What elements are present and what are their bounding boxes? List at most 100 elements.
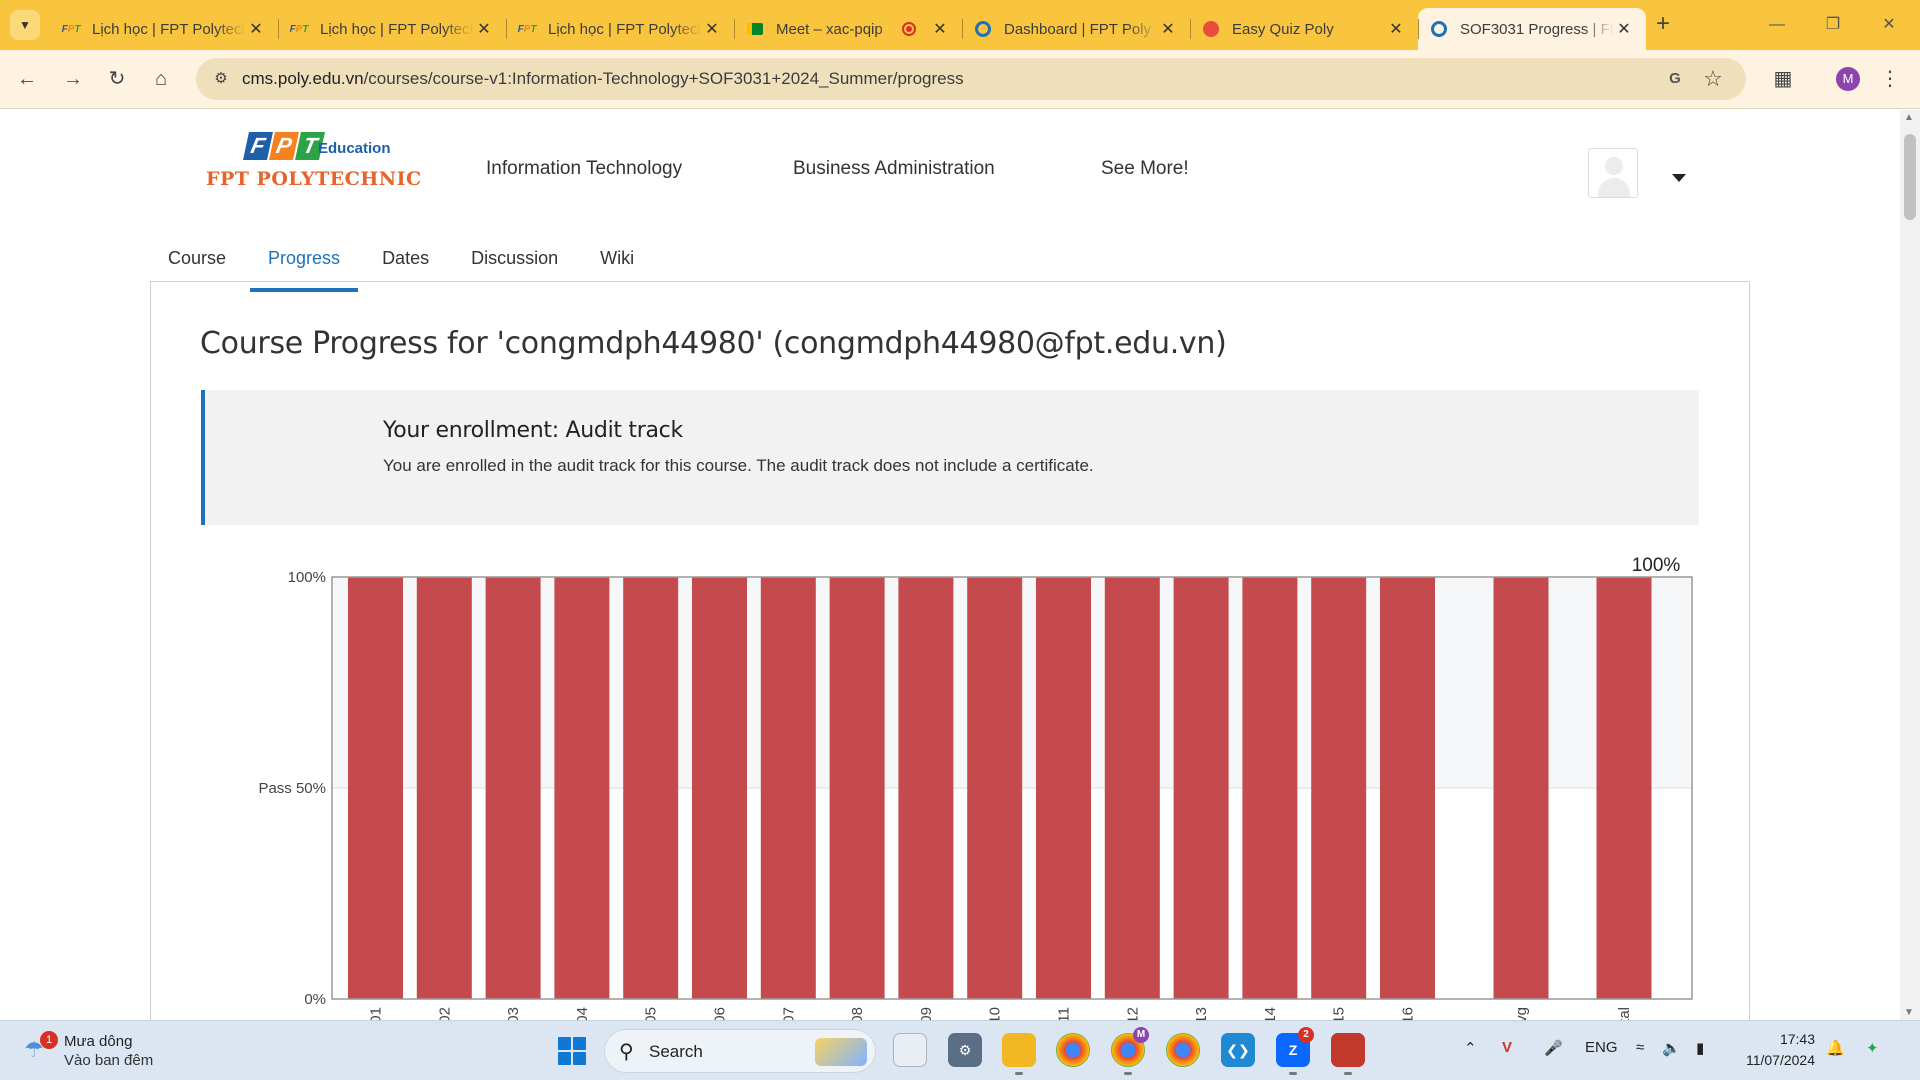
back-button[interactable]: ← bbox=[12, 64, 42, 94]
tray-overflow-chevron-icon[interactable]: ⌃ bbox=[1464, 1039, 1477, 1057]
scroll-down-icon[interactable]: ▼ bbox=[1904, 1007, 1914, 1018]
y-tick-label: 0% bbox=[304, 991, 326, 1008]
chart-bar bbox=[898, 577, 954, 999]
url-text[interactable]: cms.poly.edu.vn/courses/course-v1:Inform… bbox=[242, 69, 964, 89]
settings-gear-icon[interactable]: ⚙ bbox=[948, 1033, 982, 1067]
translate-icon[interactable]: G bbox=[1662, 66, 1688, 92]
minimize-button[interactable]: — bbox=[1752, 10, 1802, 40]
browser-tab[interactable]: SOF3031 Progress | FPT ✕ bbox=[1418, 8, 1646, 50]
chart-bar bbox=[1311, 577, 1367, 999]
task-view-icon[interactable] bbox=[893, 1033, 927, 1067]
running-indicator bbox=[1015, 1072, 1023, 1075]
progress-chart: 0% Pass 50% 100% 01 02 03 04 05 06 07 08 09 10 11 12 13… bbox=[200, 540, 1700, 1020]
scrollbar-thumb[interactable] bbox=[1904, 134, 1916, 220]
running-indicator bbox=[1289, 1072, 1297, 1075]
enrollment-text: You are enrolled in the audit track for … bbox=[383, 456, 1094, 475]
tab-discussion[interactable]: Discussion bbox=[453, 238, 576, 292]
restore-button[interactable]: ❐ bbox=[1808, 10, 1858, 40]
weather-widget[interactable]: ☂ 1 Mưa dông Vào ban đêm bbox=[24, 1031, 204, 1073]
browser-tab[interactable]: FPT Lịch học | FPT Polytechnic✕ bbox=[506, 8, 734, 50]
address-bar[interactable]: ⚙ cms.poly.edu.vn/courses/course-v1:Info… bbox=[196, 58, 1746, 100]
microphone-icon[interactable]: 🎤 bbox=[1544, 1039, 1563, 1057]
fpt-polytechnic-logo[interactable]: FPT Education FPT POLYTECHNIC bbox=[206, 130, 421, 194]
battery-icon[interactable]: ▮ bbox=[1696, 1039, 1704, 1057]
tab-progress[interactable]: Progress bbox=[250, 238, 359, 292]
chart-bar bbox=[1036, 577, 1091, 999]
nav-see-more[interactable]: See More! bbox=[1101, 158, 1189, 180]
browser-tab[interactable]: FPT Lịch học | FPT Polytechnic✕ bbox=[50, 8, 278, 50]
x-tick-label: 06 bbox=[712, 1007, 729, 1020]
extensions-icon[interactable]: ▦ bbox=[1768, 64, 1798, 94]
close-tab-icon[interactable]: ✕ bbox=[702, 19, 722, 39]
game-app-icon[interactable] bbox=[1331, 1033, 1365, 1075]
running-indicator bbox=[1344, 1072, 1352, 1075]
home-button[interactable]: ⌂ bbox=[146, 64, 176, 94]
weather-badge: 1 bbox=[40, 1031, 58, 1049]
chart-bar bbox=[967, 577, 1023, 999]
zalo-icon[interactable]: Z2 bbox=[1276, 1027, 1314, 1075]
close-tab-icon[interactable]: ✕ bbox=[930, 19, 950, 39]
new-tab-button[interactable]: + bbox=[1650, 12, 1676, 38]
close-tab-icon[interactable]: ✕ bbox=[1158, 19, 1178, 39]
weather-title: Mưa dông bbox=[64, 1033, 133, 1050]
close-tab-icon[interactable]: ✕ bbox=[1386, 19, 1406, 39]
system-clock[interactable]: 17:43 11/07/2024 bbox=[1735, 1029, 1815, 1071]
x-tick-label: Total bbox=[1616, 1007, 1633, 1020]
windows-start-icon[interactable] bbox=[558, 1037, 586, 1065]
browser-tab[interactable]: Easy Quiz Poly ✕ bbox=[1190, 8, 1418, 50]
x-tick-label: 11 bbox=[1056, 1007, 1073, 1020]
search-highlight-image bbox=[815, 1038, 867, 1066]
chrome-profile-icon[interactable]: M bbox=[1111, 1027, 1149, 1075]
logo-letter: P bbox=[269, 132, 299, 160]
taskbar-search[interactable]: ⚲ Search bbox=[604, 1029, 876, 1073]
bookmark-star-icon[interactable]: ☆ bbox=[1700, 64, 1726, 94]
chrome-alt-icon[interactable] bbox=[1166, 1033, 1200, 1067]
tab-wiki[interactable]: Wiki bbox=[582, 238, 652, 292]
site-info-icon[interactable]: ⚙ bbox=[208, 66, 234, 92]
chrome-icon[interactable] bbox=[1056, 1033, 1090, 1067]
vivaldi-tray-icon[interactable]: V bbox=[1502, 1039, 1512, 1056]
nav-information-technology[interactable]: Information Technology bbox=[486, 158, 682, 180]
chart-bar bbox=[623, 577, 679, 999]
vscode-icon[interactable]: ❮❯ bbox=[1221, 1033, 1255, 1067]
wifi-icon[interactable]: ≈ bbox=[1636, 1039, 1644, 1056]
close-tab-icon[interactable]: ✕ bbox=[246, 19, 266, 39]
chart-bar bbox=[485, 577, 541, 999]
close-window-button[interactable]: ✕ bbox=[1864, 10, 1914, 40]
browser-tab[interactable]: FPT Lịch học | FPT Polytechnic✕ bbox=[278, 8, 506, 50]
tab-title: Lịch học | FPT Polytechnic bbox=[92, 20, 246, 38]
x-tick-label: 14 bbox=[1262, 1007, 1279, 1020]
language-indicator[interactable]: ENG bbox=[1585, 1039, 1618, 1056]
tab-course[interactable]: Course bbox=[150, 238, 244, 292]
close-tab-icon[interactable]: ✕ bbox=[474, 19, 494, 39]
avatar-head bbox=[1605, 157, 1623, 175]
ring-favicon-icon bbox=[974, 20, 992, 38]
tab-search-button[interactable]: ▼ bbox=[10, 10, 40, 40]
profile-avatar[interactable]: M bbox=[1836, 67, 1860, 91]
browser-toolbar: ← → ↻ ⌂ ⚙ cms.poly.edu.vn/courses/course… bbox=[0, 50, 1920, 109]
meet-favicon-icon bbox=[746, 20, 764, 38]
forward-button[interactable]: → bbox=[58, 64, 88, 94]
tab-strip: FPTLịch học | FPT Polytechnic✕FPTLịch họ… bbox=[50, 8, 1646, 50]
browser-menu-icon[interactable]: ⋮ bbox=[1880, 64, 1900, 94]
total-percent-label: 100% bbox=[1632, 555, 1681, 576]
x-tick-label: 10 bbox=[987, 1007, 1004, 1020]
nav-business-administration[interactable]: Business Administration bbox=[793, 158, 995, 180]
chart-bar bbox=[1173, 577, 1229, 999]
chart-bar bbox=[1596, 577, 1652, 999]
scroll-up-icon[interactable]: ▲ bbox=[1904, 112, 1914, 123]
browser-tab[interactable]: Dashboard | FPT Poly ✕ bbox=[962, 8, 1190, 50]
user-menu-caret-icon[interactable] bbox=[1672, 174, 1686, 182]
browser-tab[interactable]: Meet – xac-pqip ✕ bbox=[734, 8, 962, 50]
page-scrollbar[interactable]: ▲ ▼ bbox=[1900, 110, 1920, 1020]
reload-button[interactable]: ↻ bbox=[102, 64, 132, 94]
close-tab-icon[interactable]: ✕ bbox=[1614, 19, 1634, 39]
volume-icon[interactable]: 🔈 bbox=[1662, 1039, 1681, 1057]
notification-bell-icon[interactable]: 🔔 bbox=[1826, 1039, 1845, 1057]
y-tick-label: Pass 50% bbox=[258, 780, 326, 797]
file-explorer-icon[interactable] bbox=[1002, 1033, 1036, 1075]
tab-dates[interactable]: Dates bbox=[364, 238, 447, 292]
copilot-icon[interactable]: ✦ bbox=[1866, 1039, 1879, 1057]
windows-taskbar: ☂ 1 Mưa dông Vào ban đêm ⚲ Search ⚙ M ❮❯… bbox=[0, 1020, 1920, 1080]
user-avatar[interactable] bbox=[1588, 148, 1638, 198]
